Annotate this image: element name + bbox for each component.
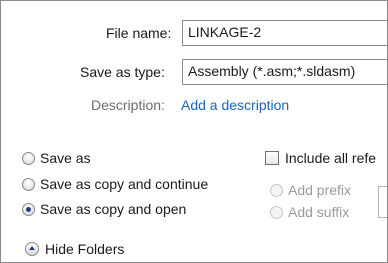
file-name-value: LINKAGE-2 — [188, 24, 262, 40]
radio-checked-icon — [22, 203, 35, 216]
add-prefix-label: Add prefix — [288, 182, 352, 198]
include-references-label: Include all refe — [285, 150, 377, 166]
chevron-up-icon[interactable] — [25, 242, 39, 256]
add-suffix-label: Add suffix — [288, 204, 350, 220]
save-as-dialog-panel: File name: LINKAGE-2 Save as type: Assem… — [0, 0, 388, 263]
save-as-label: Save as — [40, 150, 91, 166]
radio-disabled-icon — [270, 206, 283, 219]
radio-disabled-icon — [270, 184, 283, 197]
radio-unchecked-icon — [22, 152, 35, 165]
description-label: Description: — [91, 97, 165, 113]
save-as-type-value: Assembly (*.asm;*.sldasm) — [188, 63, 356, 79]
save-as-copy-continue-label: Save as copy and continue — [40, 176, 209, 192]
save-as-type-label: Save as type: — [80, 64, 165, 80]
hide-folders-button[interactable]: Hide Folders — [45, 241, 124, 257]
file-name-input[interactable]: LINKAGE-2 — [182, 20, 387, 46]
save-as-copy-open-label: Save as copy and open — [40, 201, 187, 217]
save-as-type-select[interactable]: Assembly (*.asm;*.sldasm) — [182, 59, 387, 85]
include-references-checkbox[interactable] — [265, 151, 279, 165]
radio-unchecked-icon — [22, 178, 35, 191]
add-description-link[interactable]: Add a description — [181, 97, 289, 113]
file-name-label: File name: — [106, 25, 172, 41]
prefix-suffix-input[interactable] — [378, 186, 387, 218]
